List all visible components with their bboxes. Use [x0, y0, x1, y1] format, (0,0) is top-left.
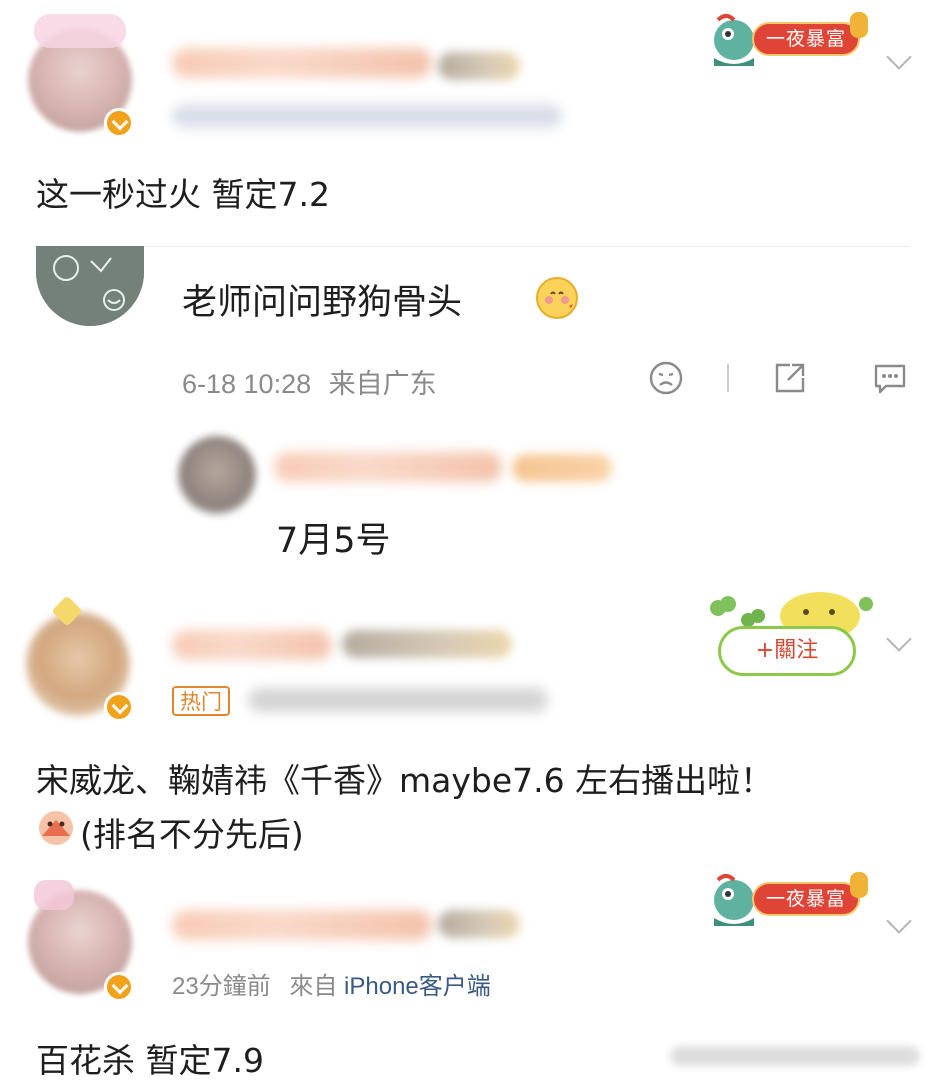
lantern-icon: [850, 872, 868, 898]
sub-reply-medal-icon: [512, 454, 612, 482]
reply-content: 老师问问野狗骨头: [182, 283, 463, 323]
post-time: 23分鐘前: [172, 973, 271, 1000]
avatar-frame-icon: [34, 14, 126, 48]
username[interactable]: [172, 48, 432, 78]
vip-verified-icon: [104, 972, 134, 1002]
shy-face-emoji: [536, 277, 578, 319]
chevron-down-icon[interactable]: [886, 44, 912, 70]
chevron-down-icon[interactable]: [886, 908, 912, 934]
post-source-prefix: 來自: [289, 973, 338, 1000]
username[interactable]: [172, 630, 332, 660]
sub-reply-content: 7月5号: [276, 521, 391, 561]
reply-time: 6-18 10:28: [182, 369, 312, 399]
user-medal-icon: [342, 630, 512, 658]
comment-icon[interactable]: [872, 360, 908, 396]
follow-button[interactable]: +關注: [718, 626, 856, 676]
post-1: 一夜暴富 这一秒过火 暂定7.2: [0, 0, 944, 245]
follow-badge: +關注: [700, 586, 900, 686]
post-content: 百花杀 暂定7.9: [36, 1041, 264, 1080]
share-icon[interactable]: [772, 360, 808, 396]
fortune-badge-label: 一夜暴富: [752, 882, 860, 916]
post-content-line-2: (排名不分先后): [80, 815, 304, 854]
post-meta: 23分鐘前 來自 iPhone客户端: [172, 966, 491, 1001]
reply-source: 来自广东: [328, 369, 437, 399]
post-meta: [172, 104, 562, 128]
vip-verified-icon: [104, 108, 134, 138]
fan-shy-emoji: [39, 811, 73, 845]
fortune-badge: 一夜暴富: [708, 868, 868, 930]
fortune-badge-label: 一夜暴富: [752, 22, 860, 56]
post-2: 热门 +關注 宋威龙、鞠婧祎《千香》maybe7.6 左右播出啦！ (排名不分先…: [0, 586, 944, 866]
reply-meta: 6-18 10:28 来自广东: [182, 362, 437, 401]
post-content-line-1: 宋威龙、鞠婧祎《千香》maybe7.6 左右播出啦！: [36, 761, 774, 800]
lantern-icon: [850, 12, 868, 38]
avatar-frame-icon: [34, 880, 74, 910]
doodle-avatar-icon: [36, 246, 144, 326]
action-separator: [727, 364, 729, 392]
post-content: 这一秒过火 暂定7.2: [36, 175, 330, 214]
dislike-face-icon[interactable]: [648, 360, 684, 396]
hot-tag: 热门: [172, 686, 230, 716]
post-meta: [248, 688, 548, 712]
vip-verified-icon: [104, 692, 134, 722]
fortune-badge: 一夜暴富: [708, 8, 868, 70]
reply-avatar[interactable]: [36, 246, 144, 326]
post-client[interactable]: iPhone客户端: [344, 973, 491, 1000]
post-3: 23分鐘前 來自 iPhone客户端 一夜暴富 百花杀 暂定7.9: [0, 866, 944, 1080]
user-medal-icon: [438, 910, 520, 938]
sub-reply-username[interactable]: [274, 452, 502, 482]
user-medal-icon: [438, 52, 520, 80]
watermark: [670, 1046, 920, 1066]
sub-reply-avatar[interactable]: [178, 436, 256, 514]
username[interactable]: [172, 910, 432, 940]
reply: 老师问问野狗骨头 6-18 10:28 来自广东 7月5号: [0, 246, 944, 586]
